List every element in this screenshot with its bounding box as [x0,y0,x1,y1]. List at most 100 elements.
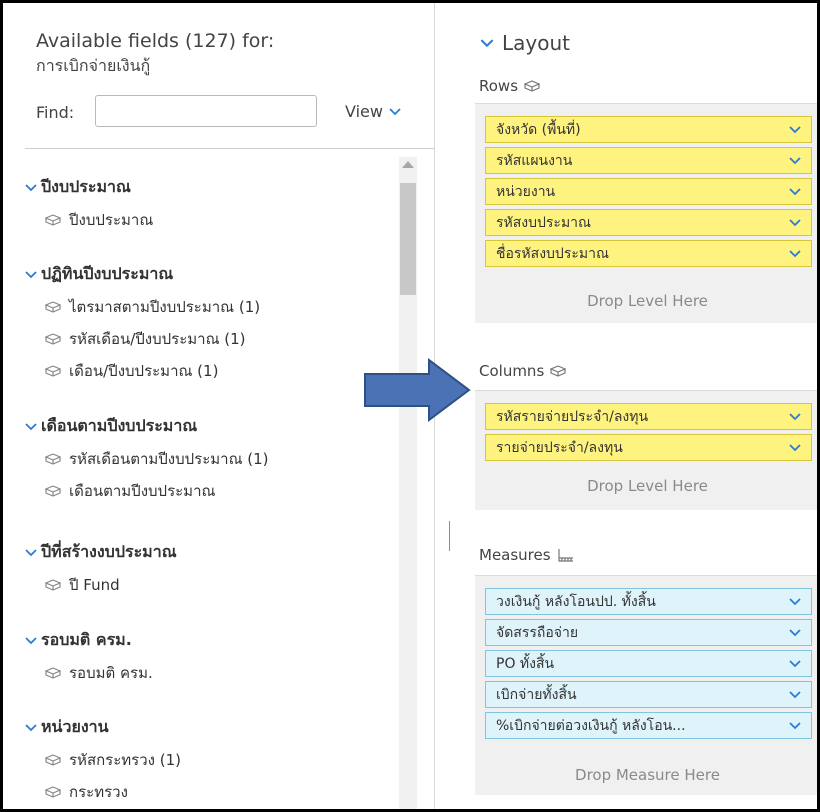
cube-icon [524,80,541,92]
tree-group-label: เดือนตามปีงบประมาณ [41,416,198,435]
level-chip[interactable]: ชื่อรหัสงบประมาณ [485,240,812,267]
tree-item[interactable]: ปี Fund [45,573,120,597]
tree-item-label: รหัสเดือน/ปีงบประมาณ (1) [69,330,246,348]
chevron-down-icon[interactable] [789,721,801,730]
chip-label: ชื่อรหัสงบประมาณ [496,245,609,262]
chip-label: เบิกจ่ายทั้งสิ้น [496,686,577,703]
tree-item-label: ปี Fund [69,576,120,594]
chip-label: จังหวัด (พื้นที่) [496,121,581,138]
tree-item[interactable]: เดือน/ปีงบประมาณ (1) [45,359,218,383]
layout-header[interactable]: Layout [480,31,570,55]
chevron-down-icon[interactable] [789,187,801,196]
tree-item-label: เดือน/ปีงบประมาณ (1) [69,362,219,380]
view-label: View [345,102,383,121]
tree-item-label: เดือนตามปีงบประมาณ [69,482,216,500]
tree-item[interactable]: กระทรวง [45,780,128,804]
measure-chip[interactable]: จัดสรรถือจ่าย [485,619,812,646]
chevron-down-icon [25,723,37,731]
chevron-down-icon[interactable] [789,218,801,227]
measures-drop-zone[interactable]: วงเงินกู้ หลังโอนปป. ทั้งสิ้นจัดสรรถือจ่… [475,575,817,795]
cube-icon [45,485,61,497]
tree-item[interactable]: เดือนตามปีงบประมาณ [45,479,215,503]
measure-chip[interactable]: เบิกจ่ายทั้งสิ้น [485,681,812,708]
chevron-down-icon [25,636,37,644]
cube-icon [45,453,61,465]
tree-item-label: ปีงบประมาณ [69,211,154,229]
find-input[interactable] [95,95,317,127]
vertical-scrollbar[interactable] [399,157,417,809]
tree-group-label: หน่วยงาน [41,717,109,736]
scroll-up-arrow-icon[interactable] [402,161,414,168]
chevron-down-icon[interactable] [789,443,801,452]
rows-label: Rows [479,77,541,95]
level-chip[interactable]: จังหวัด (พื้นที่) [485,116,812,143]
chip-label: %เบิกจ่ายต่อวงเงินกู้ หลังโอน... [496,717,686,734]
drop-placeholder[interactable]: Drop Measure Here [475,766,817,784]
scroll-thumb[interactable] [400,183,416,295]
tree-item[interactable]: รอบมติ ครม. [45,661,153,685]
chevron-down-icon[interactable] [789,597,801,606]
chevron-down-icon[interactable] [789,690,801,699]
chip-label: จัดสรรถือจ่าย [496,624,579,641]
tree-group[interactable]: ปฏิทินปีงบประมาณ [25,262,173,287]
level-chip[interactable]: รหัสงบประมาณ [485,209,812,236]
chevron-down-icon [25,548,37,556]
cube-icon [550,365,567,377]
tree-group-label: ปีงบประมาณ [41,177,131,196]
find-label: Find: [36,103,75,122]
tree-item-label: กระทรวง [69,783,128,801]
measures-label-text: Measures [479,546,551,564]
cube-icon [45,301,61,313]
measures-label: Measures [479,546,575,564]
tree-item[interactable]: ไตรมาสตามปีงบประมาณ (1) [45,295,260,319]
panel-splitter[interactable] [449,521,450,551]
level-chip[interactable]: รหัสแผนงาน [485,147,812,174]
measure-chip[interactable]: วงเงินกู้ หลังโอนปป. ทั้งสิ้น [485,588,812,615]
measure-chip[interactable]: PO ทั้งสิ้น [485,650,812,677]
rows-label-text: Rows [479,77,519,95]
chevron-down-icon [389,107,401,115]
tree-group-label: รอบมติ ครม. [41,630,132,649]
rows-drop-zone[interactable]: จังหวัด (พื้นที่) รหัสแผนงานหน่วยงานรหัสง… [475,103,817,323]
measure-chip[interactable]: %เบิกจ่ายต่อวงเงินกู้ หลังโอน... [485,712,812,739]
cube-icon [45,214,61,226]
chip-label: รายจ่ายประจำ/ลงทุน [496,439,623,456]
cube-icon [45,754,61,766]
cube-icon [45,333,61,345]
chevron-down-icon[interactable] [789,412,801,421]
cube-icon [45,667,61,679]
cube-icon [45,786,61,798]
chevron-down-icon[interactable] [789,628,801,637]
chip-label: PO ทั้งสิ้น [496,655,555,672]
tree-item-label: ไตรมาสตามปีงบประมาณ (1) [69,298,261,316]
chevron-down-icon [480,38,494,47]
view-button[interactable]: View [345,102,401,121]
tree-group[interactable]: หน่วยงาน [25,715,109,740]
chip-label: วงเงินกู้ หลังโอนปป. ทั้งสิ้น [496,593,656,610]
chevron-down-icon[interactable] [789,249,801,258]
tree-item[interactable]: รหัสเดือนตามปีงบประมาณ (1) [45,447,269,471]
level-chip[interactable]: รหัสรายจ่ายประจำ/ลงทุน [485,403,812,430]
tree-group[interactable]: ปีงบประมาณ [25,175,131,200]
columns-drop-zone[interactable]: รหัสรายจ่ายประจำ/ลงทุนรายจ่ายประจำ/ลงทุน… [475,390,817,510]
chip-label: หน่วยงาน [496,183,556,200]
drop-placeholder[interactable]: Drop Level Here [475,292,817,310]
chevron-down-icon[interactable] [789,659,801,668]
chevron-down-icon [25,270,37,278]
layout-title: Layout [502,31,570,55]
tree-item[interactable]: ปีงบประมาณ [45,208,153,232]
columns-label-text: Columns [479,362,545,380]
level-chip[interactable]: หน่วยงาน [485,178,812,205]
tree-item[interactable]: รหัสเดือน/ปีงบประมาณ (1) [45,327,246,351]
tree-group-label: ปฏิทินปีงบประมาณ [41,264,174,283]
drop-placeholder[interactable]: Drop Level Here [475,477,817,495]
tree-group[interactable]: รอบมติ ครม. [25,628,132,653]
chevron-down-icon[interactable] [789,156,801,165]
tree-group[interactable]: ปีที่สร้างงบประมาณ [25,540,177,565]
tree-group[interactable]: เดือนตามปีงบประมาณ [25,414,197,439]
columns-label: Columns [479,362,567,380]
chevron-down-icon[interactable] [789,125,801,134]
level-chip[interactable]: รายจ่ายประจำ/ลงทุน [485,434,812,461]
tree-item[interactable]: รหัสกระทรวง (1) [45,748,181,772]
tree-group-label: ปีที่สร้างงบประมาณ [41,542,177,561]
